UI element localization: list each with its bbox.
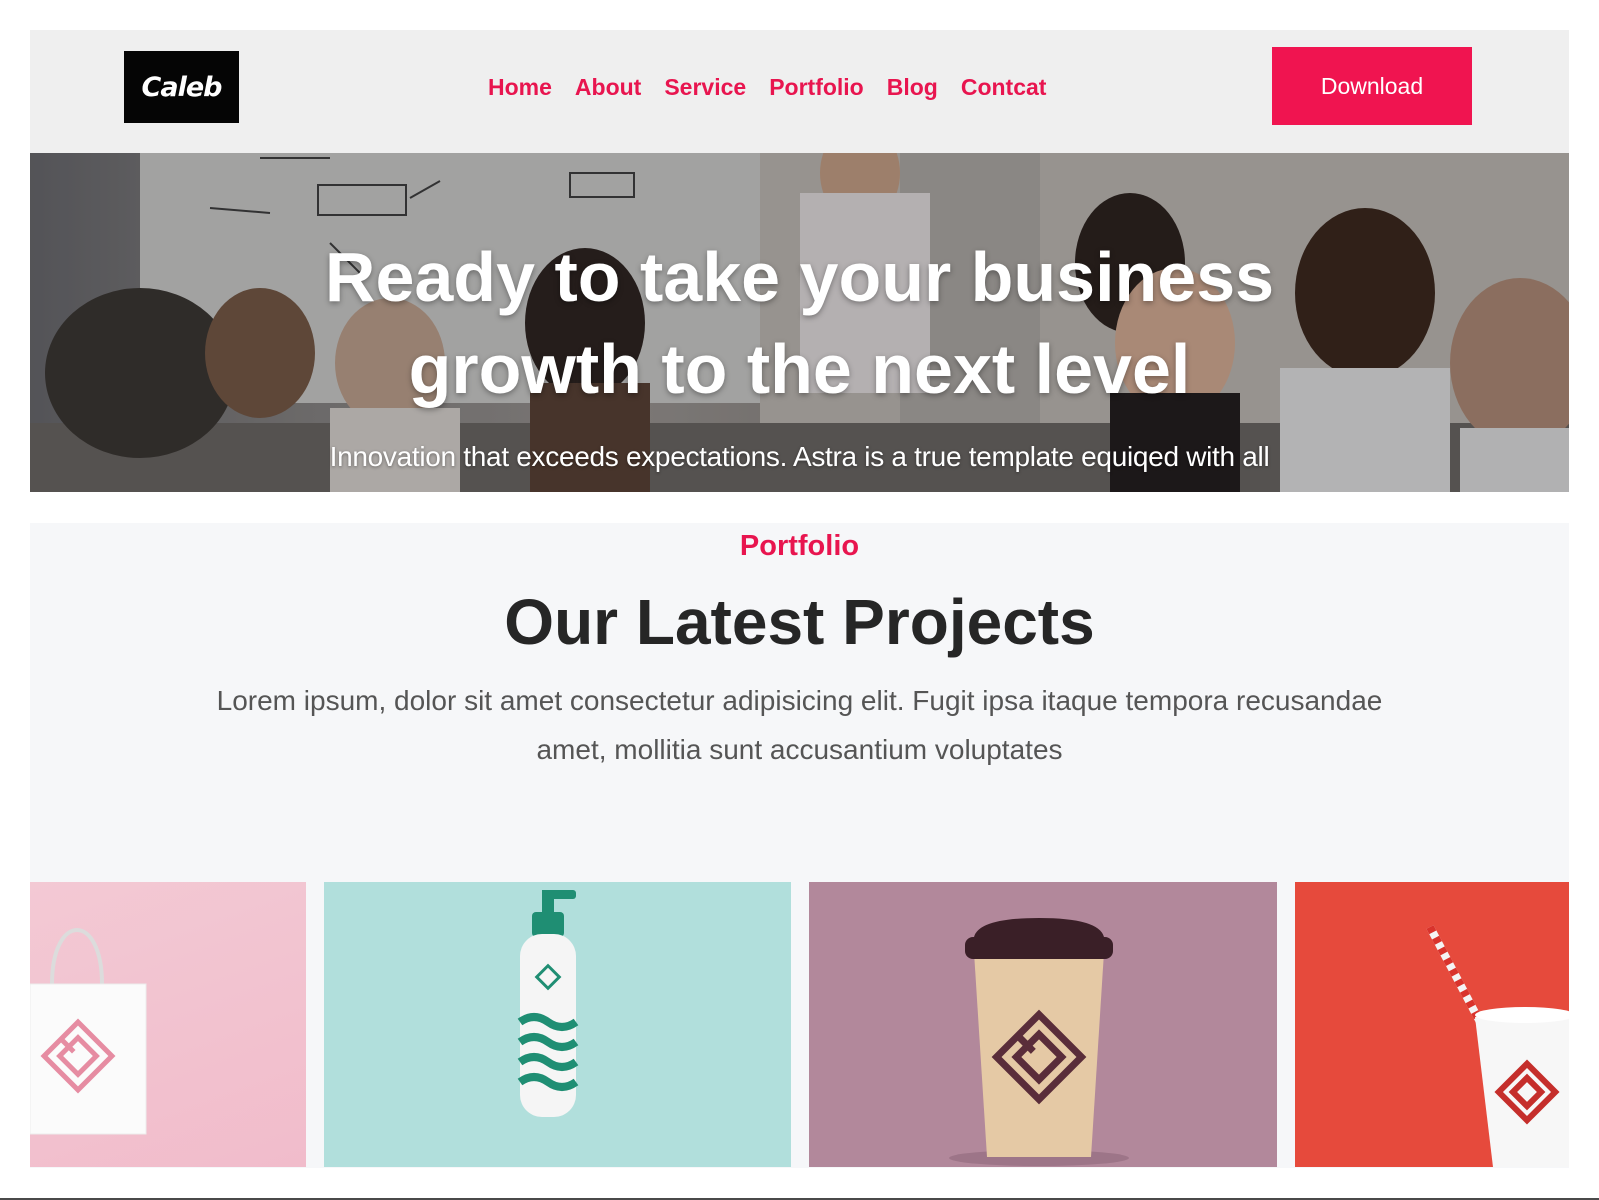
project-card-bottle[interactable] (324, 882, 791, 1167)
nav-about-link[interactable]: About (575, 72, 641, 102)
hero-subtitle: Innovation that exceeds expectations. As… (329, 441, 1270, 472)
project-carousel[interactable] (30, 882, 1569, 1167)
logo-text: Caleb (141, 71, 223, 103)
hero-title-line2: growth to the next level (408, 330, 1191, 408)
nav-home-link[interactable]: Home (488, 72, 552, 102)
project-card-shopping-bag[interactable] (30, 882, 306, 1167)
brand-logo[interactable]: Caleb (124, 51, 239, 123)
portfolio-section: Portfolio Our Latest Projects Lorem ipsu… (30, 523, 1569, 1168)
section-title: Our Latest Projects (504, 586, 1095, 658)
nav-contact-link[interactable]: Contcat (961, 72, 1047, 102)
shopping-bag-image (30, 928, 147, 1135)
download-button[interactable]: Download (1272, 47, 1472, 125)
bottle-image (517, 890, 579, 1117)
site-header: Caleb Home About Service Portfolio Blog … (30, 30, 1569, 153)
nav-blog-link[interactable]: Blog (887, 72, 938, 102)
drink-cup-image (1426, 925, 1569, 1167)
project-card-drink-cup[interactable] (1295, 882, 1569, 1167)
section-eyebrow: Portfolio (739, 530, 860, 562)
coffee-cup-image (949, 918, 1129, 1166)
project-card-coffee-cup[interactable] (809, 882, 1277, 1167)
hero-title-line1: Ready to take your business (324, 238, 1275, 316)
hero-banner: Ready to take your business growth to th… (30, 153, 1569, 492)
main-nav: Home About Service Portfolio Blog Contca… (488, 72, 1046, 102)
nav-portfolio-link[interactable]: Portfolio (769, 72, 864, 102)
hero-title: Ready to take your business growth to th… (30, 231, 1569, 415)
nav-service-link[interactable]: Service (664, 72, 746, 102)
section-description: Lorem ipsum, dolor sit amet consectetur … (216, 685, 1383, 765)
